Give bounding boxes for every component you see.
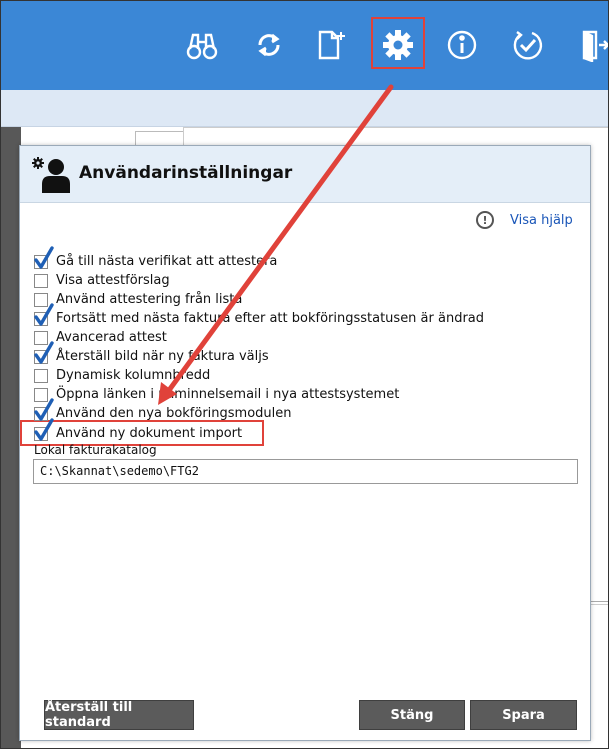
info-icon[interactable] [442, 25, 482, 65]
option-label: Visa attestförslag [56, 273, 170, 288]
checkbox-unchecked[interactable] [34, 368, 48, 383]
user-settings-icon [32, 157, 70, 193]
option-row[interactable]: Dynamisk kolumnbredd [34, 366, 210, 385]
top-toolbar [1, 1, 608, 90]
option-label: Använd attestering från lista [56, 292, 243, 307]
catalog-label: Lokal fakturakatalog [34, 443, 157, 457]
option-label: Fortsätt med nästa faktura efter att bok… [56, 311, 485, 326]
help-link[interactable]: Visa hjälp [510, 213, 573, 228]
option-label: Använd ny dokument import [56, 426, 243, 441]
option-row[interactable]: Öppna länken i påminnelsemail i nya atte… [34, 385, 399, 404]
checkbox-checked[interactable] [34, 302, 54, 326]
checkbox-checked[interactable] [34, 417, 54, 441]
option-row[interactable]: Fortsätt med nästa faktura efter att bok… [34, 302, 485, 328]
option-label: Öppna länken i påminnelsemail i nya atte… [56, 387, 400, 402]
logout-icon[interactable] [573, 25, 608, 65]
option-row[interactable]: Visa attestförslag [34, 271, 170, 290]
user-settings-dialog: Användarinställningar ! Visa hjälp Gå ti… [19, 145, 591, 741]
option-label: Använd den nya bokföringsmodulen [56, 406, 292, 421]
reset-button[interactable]: Återställ till standard [44, 700, 194, 730]
checkbox-checked[interactable] [34, 245, 54, 269]
option-row[interactable]: Använd ny dokument import [34, 417, 243, 443]
checkbox-checked[interactable] [34, 340, 54, 364]
option-label: Återställ bild när ny faktura väljs [56, 349, 269, 364]
option-row[interactable]: Gå till nästa verifikat att attestera [34, 245, 278, 271]
exclamation-icon: ! [476, 211, 494, 229]
gear-highlight-box [371, 17, 425, 69]
sync-icon[interactable] [249, 25, 289, 65]
dialog-title: Användarinställningar [79, 163, 293, 183]
background-divider [591, 601, 608, 602]
sub-toolbar [1, 90, 608, 127]
attest-check-icon[interactable] [507, 25, 547, 65]
left-panel [1, 127, 21, 748]
catalog-input[interactable]: C:\Skannat\sedemo\FTG2 [33, 459, 578, 484]
option-row[interactable]: Använd den nya bokföringsmodulen [34, 397, 292, 423]
dialog-header: Användarinställningar [20, 146, 590, 203]
checkbox-unchecked[interactable] [34, 273, 48, 288]
option-label: Gå till nästa verifikat att attestera [56, 254, 278, 269]
new-document-icon[interactable] [311, 25, 351, 65]
save-button[interactable]: Spara [470, 700, 577, 730]
app-window: Användarinställningar ! Visa hjälp Gå ti… [0, 0, 609, 749]
close-button[interactable]: Stäng [359, 700, 465, 730]
option-row[interactable]: Använd attestering från lista [34, 290, 242, 309]
help-section[interactable]: ! Visa hjälp [476, 210, 573, 230]
binoculars-icon[interactable] [182, 25, 222, 65]
option-label: Dynamisk kolumnbredd [56, 368, 211, 383]
option-label: Avancerad attest [56, 330, 167, 345]
option-row[interactable]: Återställ bild när ny faktura väljs [34, 340, 269, 366]
